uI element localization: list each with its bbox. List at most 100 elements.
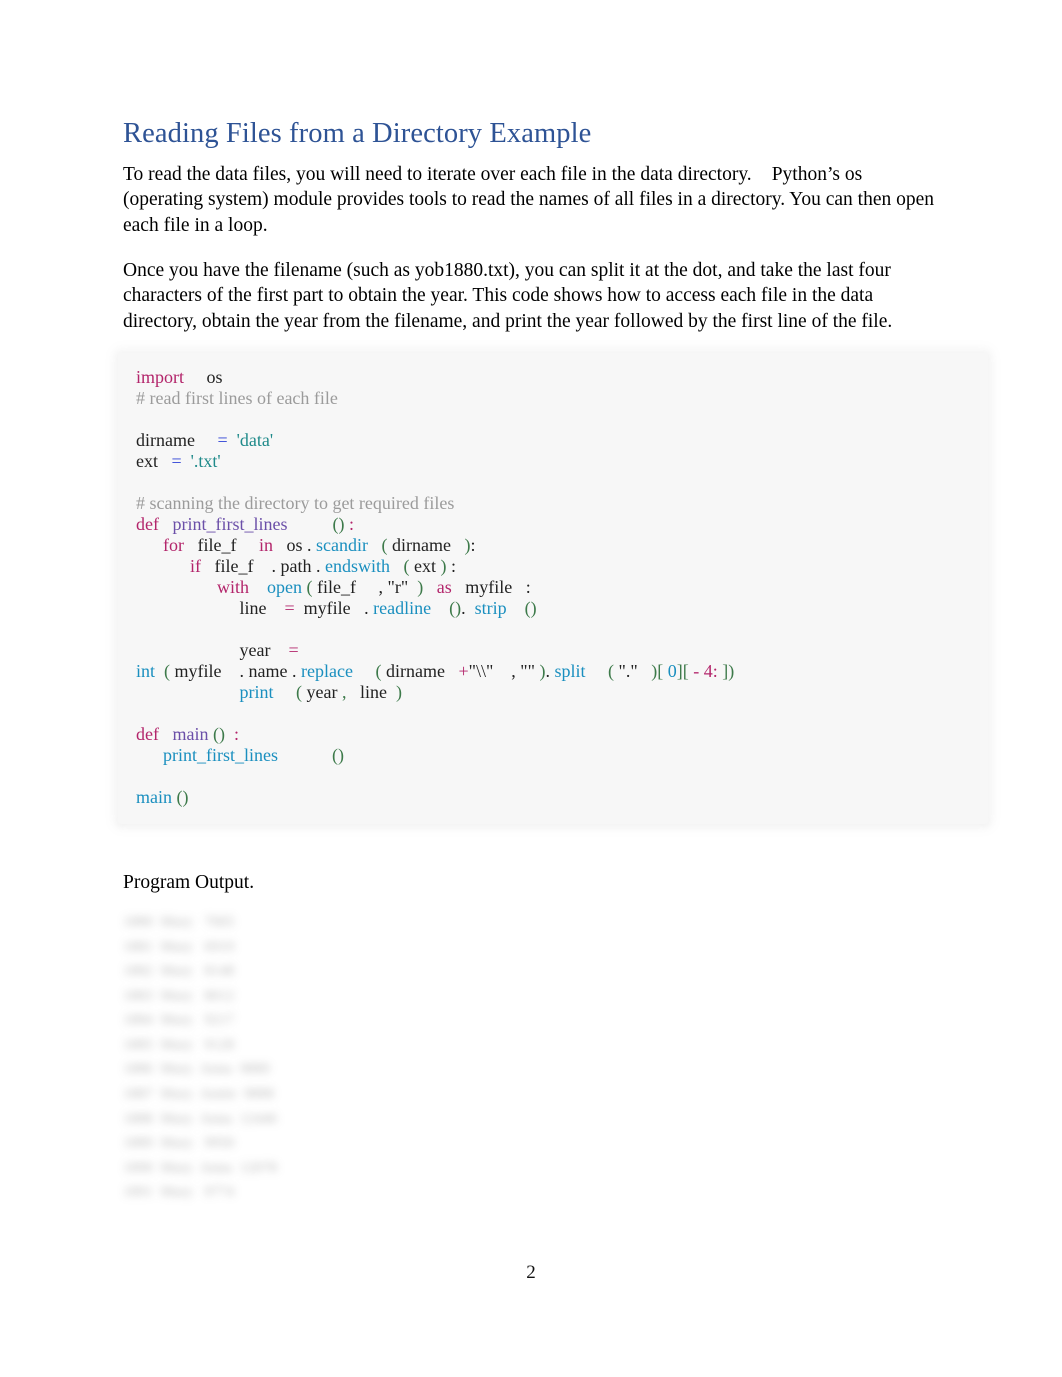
code-token: : bbox=[446, 556, 456, 577]
code-line: ext = '.txt' bbox=[136, 451, 970, 472]
program-output-line: 1888 Mary Anna 12446 bbox=[123, 1110, 278, 1127]
code-token: myfile bbox=[170, 661, 240, 682]
code-token: strip bbox=[474, 598, 507, 619]
code-token: "r" bbox=[383, 577, 409, 598]
code-token: file_f bbox=[184, 535, 259, 556]
paragraph-intro-part-a: To read the data files, you will need to… bbox=[123, 163, 752, 185]
code-token: + bbox=[458, 661, 469, 682]
code-token: file_f bbox=[201, 556, 272, 577]
code-token: path bbox=[275, 556, 316, 577]
code-token: () bbox=[449, 598, 462, 619]
page-number: 2 bbox=[526, 1262, 536, 1283]
code-token: line bbox=[346, 682, 396, 703]
paragraph-intro: To read the data files, you will need to… bbox=[123, 162, 939, 239]
code-line: for file_f in os . scandir ( dirname ): bbox=[136, 535, 970, 556]
code-line: # read first lines of each file bbox=[136, 388, 970, 409]
code-token: year bbox=[136, 640, 289, 661]
code-token: main bbox=[172, 724, 209, 745]
code-token: open bbox=[267, 577, 303, 598]
program-output-line: 1885 Mary 9128 bbox=[123, 1036, 235, 1053]
code-token: : bbox=[525, 577, 531, 598]
program-output-line: 1890 Mary Anna 12078 bbox=[123, 1159, 278, 1176]
code-token: = bbox=[288, 640, 299, 661]
code-line: if file_f . path . endswith ( ext ) : bbox=[136, 556, 970, 577]
program-output-line: 1883 Mary 8012 bbox=[123, 987, 235, 1004]
code-token: ext bbox=[409, 556, 441, 577]
code-token: name bbox=[244, 661, 292, 682]
code-token: dirname bbox=[136, 430, 218, 451]
program-output-line: 1884 Mary 9217 bbox=[123, 1012, 235, 1029]
program-output-line: 1887 Mary Annie 9888 bbox=[123, 1086, 274, 1103]
code-token: for bbox=[163, 535, 184, 556]
code-token: 4 bbox=[703, 661, 713, 682]
document-page: Reading Files from a Directory Example T… bbox=[0, 0, 1062, 1377]
code-token: "." bbox=[614, 661, 638, 682]
code-line: with open ( file_f , "r" ) as myfile : bbox=[136, 577, 970, 598]
code-token: print_first_lines bbox=[163, 745, 278, 766]
code-token: endswith bbox=[324, 556, 390, 577]
code-token: # read first lines of each file bbox=[136, 388, 338, 409]
code-token: import bbox=[136, 367, 184, 388]
code-token: line bbox=[136, 598, 285, 619]
code-token: . bbox=[461, 598, 471, 619]
program-output-line: 1881 Mary 6919 bbox=[123, 938, 235, 955]
code-token: = bbox=[217, 430, 228, 451]
code-line: main () bbox=[136, 787, 970, 808]
code-token: ][ bbox=[676, 661, 689, 682]
code-line: line = myfile . readline (). strip () bbox=[136, 598, 970, 619]
code-token: with bbox=[217, 577, 250, 598]
program-output-line: 1891 Mary 9774 bbox=[123, 1184, 235, 1201]
code-line: dirname = 'data' bbox=[136, 430, 970, 451]
program-output-line: 1882 Mary 8148 bbox=[123, 963, 235, 980]
code-token: dirname bbox=[381, 661, 459, 682]
code-token: "\\" bbox=[468, 661, 494, 682]
program-output-line: 1880 Mary 7065 bbox=[123, 913, 235, 930]
code-line: int ( myfile . name . replace ( dirname … bbox=[136, 661, 970, 682]
code-token: : bbox=[233, 724, 239, 745]
code-token: main bbox=[136, 787, 172, 808]
code-token: print bbox=[239, 682, 274, 703]
code-token: split bbox=[554, 661, 586, 682]
page-content: Reading Files from a Directory Example T… bbox=[118, 118, 988, 1205]
code-token: myfile bbox=[294, 598, 365, 619]
code-token: dirname bbox=[387, 535, 465, 556]
code-token: "" bbox=[515, 661, 540, 682]
code-token: in bbox=[258, 535, 273, 556]
code-token: replace bbox=[301, 661, 353, 682]
code-token: () bbox=[332, 745, 344, 766]
code-token: )[ bbox=[651, 661, 664, 682]
code-token: ]) bbox=[722, 661, 735, 682]
code-token: () bbox=[176, 787, 189, 808]
code-body: import os # read first lines of each file… bbox=[136, 367, 970, 808]
paragraph-explanation: Once you have the filename (such as yob1… bbox=[123, 259, 893, 332]
program-output-line: 1886 Mary Anna 9889 bbox=[123, 1061, 270, 1078]
code-token: ) bbox=[395, 682, 402, 703]
code-line: import os bbox=[136, 367, 970, 388]
code-token: ext bbox=[136, 451, 172, 472]
code-line: year = bbox=[136, 640, 970, 661]
code-token: # scanning the directory to get required… bbox=[136, 493, 455, 514]
